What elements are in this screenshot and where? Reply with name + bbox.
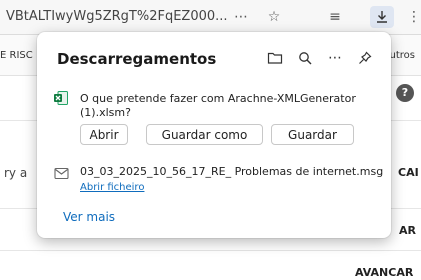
more-options-icon[interactable]: ⋯ — [323, 46, 347, 70]
page-action-label[interactable]: AR — [399, 224, 416, 237]
favorites-list-icon[interactable]: ≡ — [323, 6, 347, 28]
open-button[interactable]: Abrir — [80, 124, 128, 145]
download-question: O que pretende fazer com Arachne-XMLGene… — [80, 92, 356, 119]
save-button[interactable]: Guardar — [271, 124, 354, 145]
search-icon[interactable] — [293, 46, 317, 70]
divider — [0, 250, 421, 251]
help-icon[interactable]: ? — [396, 84, 414, 102]
panel-actions: ⋯ — [263, 46, 377, 70]
open-folder-icon[interactable] — [263, 46, 287, 70]
panel-title: Descarregamentos — [57, 50, 217, 68]
see-more-link[interactable]: Ver mais — [63, 210, 115, 224]
save-as-button[interactable]: Guardar como — [146, 124, 263, 145]
more-tools-icon[interactable]: ⋯ — [229, 6, 253, 28]
advance-button[interactable]: AVANCAR — [355, 266, 413, 279]
open-file-link[interactable]: Abrir ficheiro — [80, 182, 144, 193]
favorite-star-icon[interactable]: ☆ — [262, 6, 286, 28]
page-action-label[interactable]: CAI — [398, 166, 419, 179]
excel-file-icon — [53, 90, 69, 110]
downloads-toolbar-icon[interactable] — [370, 6, 394, 28]
mail-file-icon — [54, 165, 70, 184]
other-favorites[interactable]: utros — [390, 50, 415, 61]
download-filename[interactable]: 03_03_2025_10_56_17_RE_ Problemas de int… — [80, 165, 385, 179]
favorites-item[interactable]: E RISC — [0, 50, 33, 61]
menu-dots-icon[interactable]: ⋮ — [402, 6, 421, 28]
address-bar[interactable]: VBtALTIwyWg5ZRgT%2FqEZ000... ⋯ ☆ ≡ ⋮ — [0, 0, 421, 35]
downloads-panel: Descarregamentos ⋯ O que pretende fazer … — [37, 32, 391, 238]
page-text: ry a — [4, 166, 28, 180]
url-text: VBtALTIwyWg5ZRgT%2FqEZ000... — [6, 9, 228, 24]
pin-icon[interactable] — [353, 46, 377, 70]
